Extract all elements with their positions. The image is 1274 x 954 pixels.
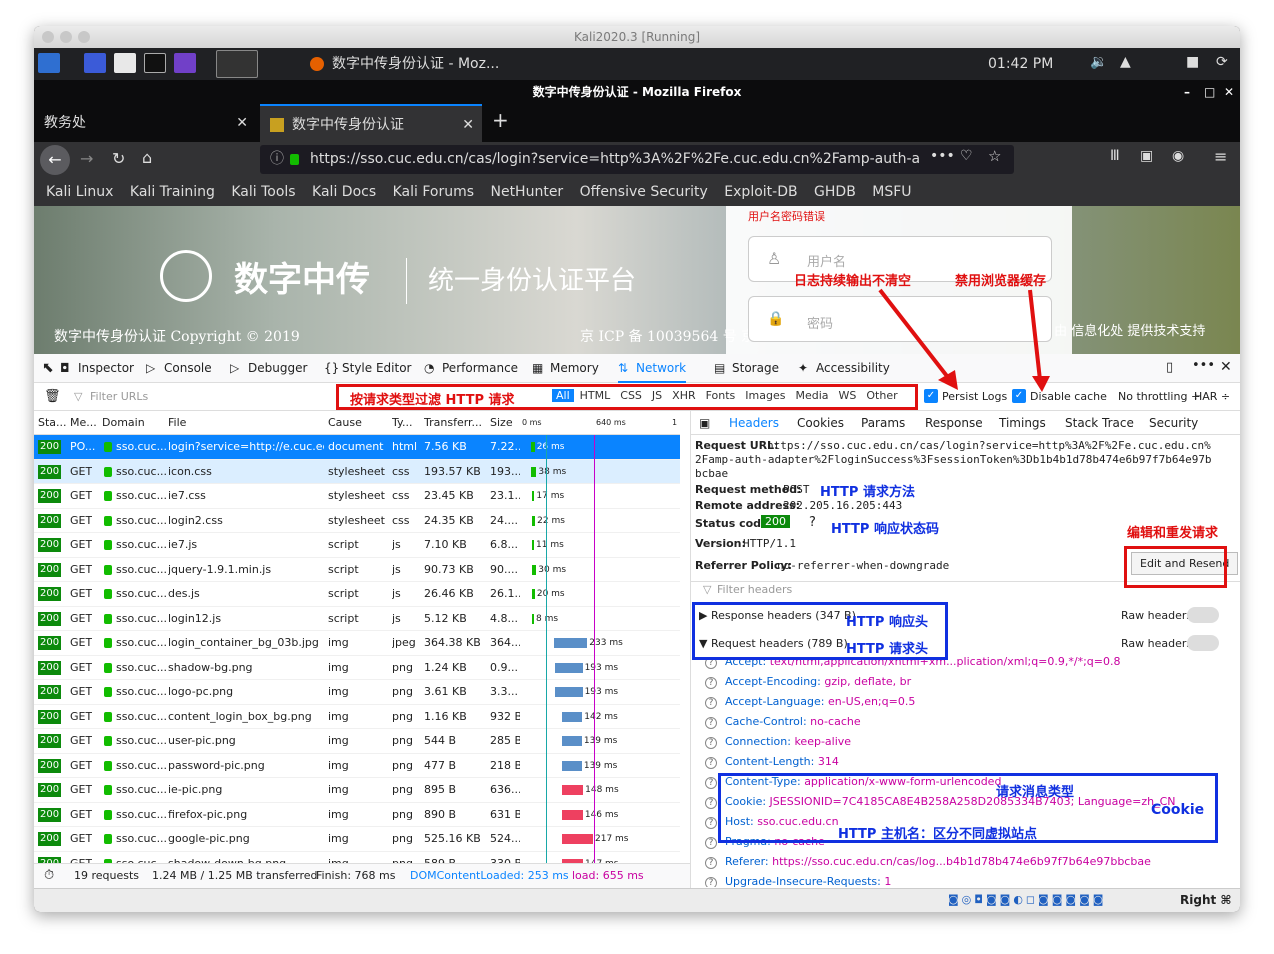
annotation-status: HTTP 响应状态码 <box>831 522 939 537</box>
annotation-edit-resend: 编辑和重发请求 <box>1127 526 1219 541</box>
annotation-host: HTTP 主机名：区分不同虚拟站点 <box>838 827 1037 842</box>
annotation-resp-headers: HTTP 响应头 <box>846 615 928 630</box>
annotation-method: HTTP 请求方法 <box>820 485 915 500</box>
annotation-req-headers: HTTP 请求头 <box>846 642 928 657</box>
annotation-content-type: 请求消息类型 <box>996 785 1075 800</box>
annotation-cookie: Cookie <box>1151 802 1205 818</box>
edit-resend-highlight <box>1124 546 1227 588</box>
